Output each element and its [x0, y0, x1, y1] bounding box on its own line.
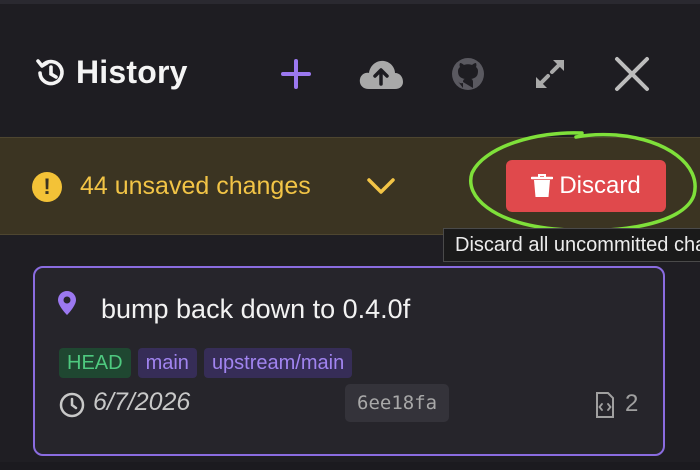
close-icon [615, 57, 649, 91]
github-button[interactable] [444, 50, 492, 98]
expand-icon [536, 60, 564, 88]
tag-main: main [137, 348, 197, 378]
github-icon [452, 58, 484, 90]
title-group: History [32, 54, 188, 91]
warning-icon: ! [32, 172, 62, 202]
page-title: History [76, 54, 188, 90]
unsaved-changes-text[interactable]: 44 unsaved changes [80, 172, 311, 201]
files-changed-count: 2 [625, 390, 639, 417]
map-pin-icon [58, 291, 76, 315]
plus-icon [281, 59, 311, 89]
panel-header: History [0, 4, 700, 136]
commit-message: bump back down to 0.4.0f [101, 294, 411, 324]
commit-card[interactable]: bump back down to 0.4.0f HEAD main upstr… [33, 266, 665, 456]
clock-icon [59, 392, 85, 418]
cloud-upload-icon [359, 60, 403, 89]
file-code-icon [596, 392, 614, 418]
history-icon [36, 58, 64, 85]
annotation-circle [469, 131, 697, 233]
tag-upstream-main: upstream/main [203, 348, 353, 378]
add-button[interactable] [272, 50, 320, 98]
close-button[interactable] [608, 50, 656, 98]
chevron-down-icon[interactable] [366, 176, 396, 196]
commit-sha[interactable]: 6ee18fa [345, 384, 450, 422]
tag-head: HEAD [59, 348, 131, 378]
commit-date: 6/7/2026 [93, 388, 191, 416]
expand-button[interactable] [526, 50, 574, 98]
bottom-strip [0, 462, 700, 470]
push-button[interactable] [357, 50, 405, 98]
discard-tooltip: Discard all uncommitted changes [443, 228, 700, 262]
ref-tags: HEAD main upstream/main [59, 348, 353, 378]
